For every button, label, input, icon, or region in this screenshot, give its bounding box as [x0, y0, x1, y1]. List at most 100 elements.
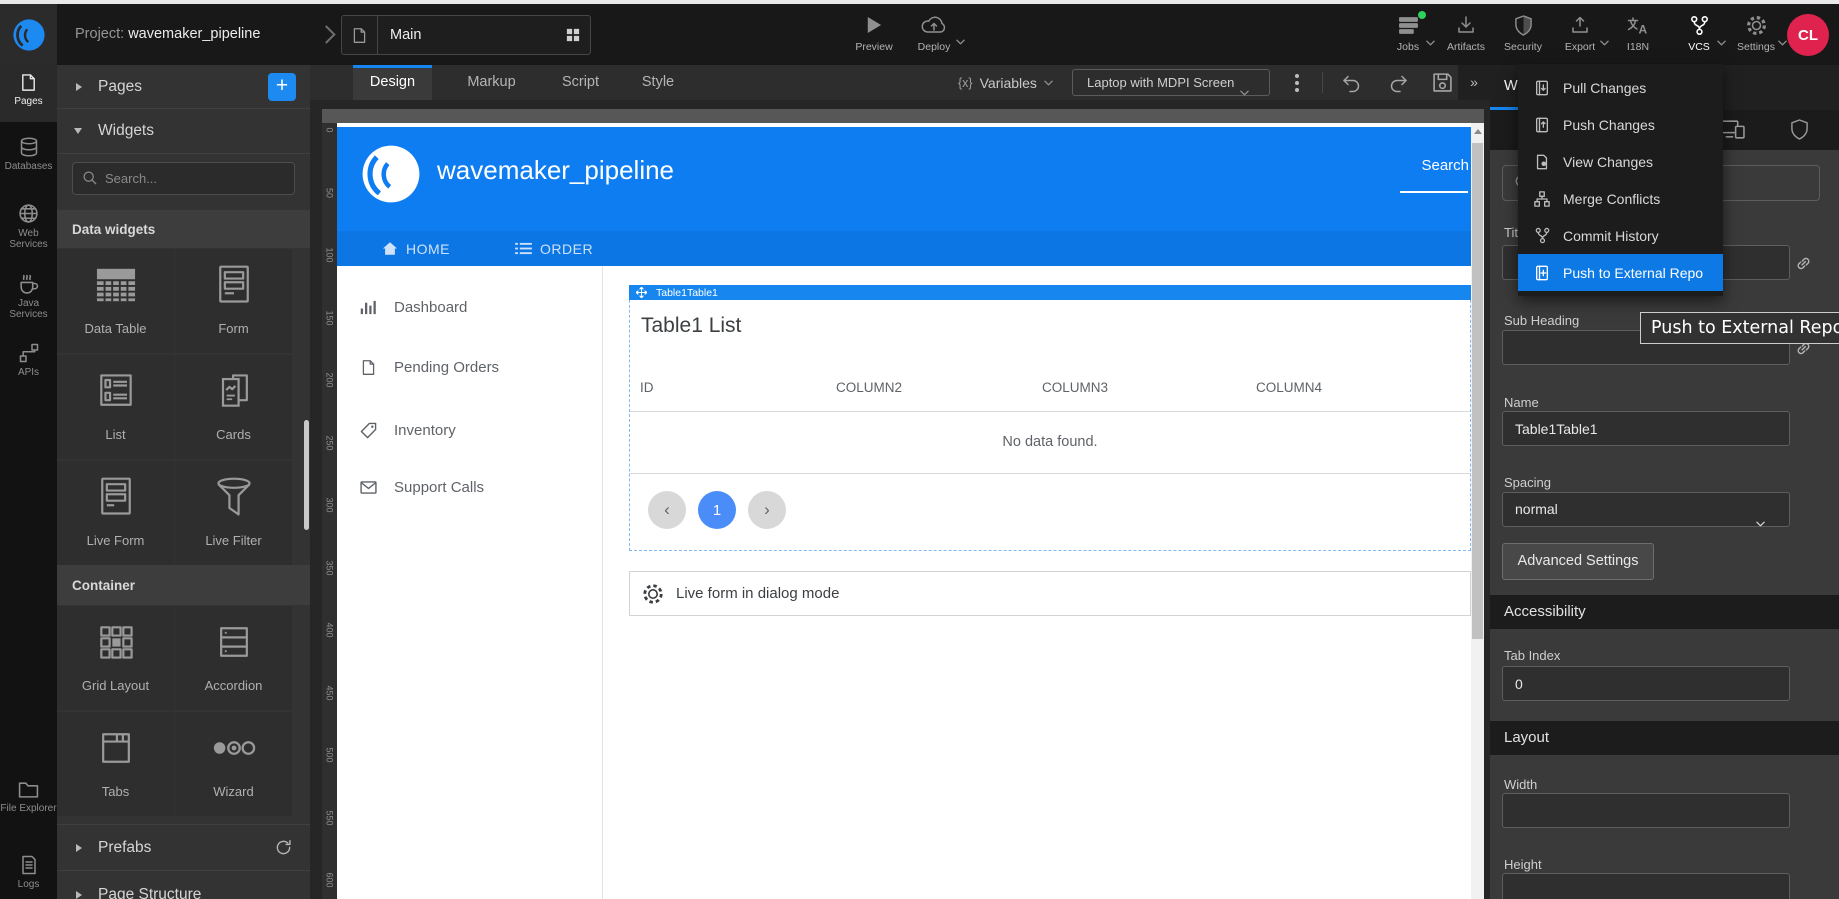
- add-page-button[interactable]: +: [268, 73, 296, 101]
- container-section-label: Container: [57, 565, 310, 605]
- devices-icon[interactable]: [1720, 120, 1745, 139]
- widget-tile-label: Cards: [175, 427, 292, 442]
- prefabs-section-header[interactable]: Prefabs: [57, 824, 310, 871]
- pagination-next-button[interactable]: ›: [748, 491, 786, 529]
- live-form-dialog-widget[interactable]: Live form in dialog mode: [629, 571, 1471, 616]
- tab-widget[interactable]: W: [1504, 78, 1518, 94]
- i18n-translate-icon: A: [1608, 13, 1668, 37]
- name-field[interactable]: [1502, 411, 1790, 446]
- widget-selection-bar[interactable]: Table1Table1: [629, 285, 1471, 300]
- layout-section-header[interactable]: Layout: [1490, 721, 1839, 755]
- user-avatar[interactable]: CL: [1787, 14, 1829, 56]
- menu-item-merge-conflicts[interactable]: Merge Conflicts: [1518, 180, 1723, 217]
- open-page-tab[interactable]: Main: [341, 15, 591, 55]
- menu-item-view-changes[interactable]: View Changes: [1518, 143, 1723, 180]
- height-field[interactable]: [1502, 873, 1790, 899]
- widget-tile-form[interactable]: Form: [175, 249, 292, 353]
- widget-tile-grid-layout[interactable]: Grid Layout: [57, 606, 174, 710]
- table-column-header[interactable]: COLUMN2: [836, 380, 902, 395]
- left-panel-scrollbar[interactable]: [304, 420, 309, 530]
- rail-item-databases[interactable]: Databases: [0, 137, 57, 172]
- rail-item-pages[interactable]: Pages: [0, 65, 57, 122]
- wavemaker-logo-button[interactable]: [0, 4, 57, 65]
- rail-item-logs[interactable]: Logs: [0, 855, 57, 890]
- menu-item-push-to-external-repo[interactable]: Push to External Repo: [1518, 254, 1723, 291]
- menu-item-commit-history[interactable]: Commit History: [1518, 217, 1723, 254]
- refresh-icon[interactable]: [275, 839, 292, 856]
- vcs-button[interactable]: VCS: [1669, 13, 1729, 53]
- page-structure-section-header[interactable]: Page Structure: [57, 871, 310, 899]
- deploy-button[interactable]: Deploy: [904, 13, 964, 53]
- widget-tile-tabs[interactable]: Tabs: [57, 712, 174, 816]
- table-column-header[interactable]: COLUMN4: [1256, 380, 1322, 395]
- menu-item-pull-changes[interactable]: Pull Changes: [1518, 69, 1723, 106]
- app-page-canvas[interactable]: wavemaker_pipeline Search HOME ORDER: [337, 123, 1471, 899]
- sidenav-item-dashboard[interactable]: Dashboard: [337, 295, 603, 319]
- spacing-select[interactable]: normal: [1502, 492, 1790, 527]
- settings-button[interactable]: Settings: [1726, 13, 1786, 53]
- app-header[interactable]: wavemaker_pipeline Search: [337, 127, 1471, 231]
- save-icon[interactable]: [1432, 72, 1453, 93]
- pagination-prev-button[interactable]: ‹: [648, 491, 686, 529]
- grid-layout-icon: [57, 606, 174, 678]
- scroll-up-icon[interactable]: [1474, 129, 1482, 134]
- table-column-header[interactable]: ID: [640, 380, 654, 395]
- expand-panel-button[interactable]: »: [1458, 65, 1490, 100]
- table-column-header[interactable]: COLUMN3: [1042, 380, 1108, 395]
- shield-icon[interactable]: [1790, 119, 1809, 140]
- nav-item-order[interactable]: ORDER: [515, 241, 593, 257]
- table1-widget-selected[interactable]: Table1Table1 Table1 List ID COLUMN2 COLU…: [629, 285, 1471, 551]
- app-search-link[interactable]: Search: [1377, 157, 1469, 174]
- link-icon[interactable]: [1795, 255, 1812, 272]
- device-selector[interactable]: Laptop with MDPI Screen: [1072, 69, 1270, 96]
- pull-changes-icon: [1533, 80, 1551, 96]
- jobs-button[interactable]: Jobs: [1378, 13, 1438, 53]
- tab-markup[interactable]: Markup: [452, 65, 531, 100]
- canvas-scrollbar[interactable]: [1471, 123, 1484, 899]
- sidenav-item-inventory[interactable]: Inventory: [337, 418, 603, 442]
- nav-item-home[interactable]: HOME: [382, 241, 450, 257]
- widget-tile-cards[interactable]: Cards: [175, 355, 292, 459]
- grid-icon[interactable]: [566, 28, 590, 42]
- pagination-page-1-button[interactable]: 1: [698, 491, 736, 529]
- artifacts-button[interactable]: Artifacts: [1436, 13, 1496, 53]
- widgets-section-header[interactable]: Widgets: [57, 109, 310, 154]
- tab-style[interactable]: Style: [630, 65, 686, 100]
- kebab-icon[interactable]: [1295, 74, 1299, 92]
- rail-item-apis[interactable]: APIs: [0, 343, 57, 378]
- widget-tile-list[interactable]: List: [57, 355, 174, 459]
- widget-tile-live-filter[interactable]: Live Filter: [175, 461, 292, 565]
- export-button[interactable]: Export: [1550, 13, 1610, 53]
- sidenav-item-pending-orders[interactable]: Pending Orders: [337, 355, 603, 379]
- caret-down-icon: [1778, 31, 1787, 55]
- tab-script[interactable]: Script: [550, 65, 611, 100]
- security-button[interactable]: Security: [1493, 13, 1553, 53]
- sidenav-item-support-calls[interactable]: Support Calls: [337, 475, 603, 499]
- wavemaker-studio: Project: wavemaker_pipeline Main Preview…: [0, 0, 1839, 899]
- widget-search-input[interactable]: [72, 162, 295, 195]
- widget-tile-label: Form: [175, 321, 292, 336]
- live-form-label: Live form in dialog mode: [676, 572, 839, 615]
- widget-tile-accordion[interactable]: Accordion: [175, 606, 292, 710]
- widget-tile-wizard[interactable]: Wizard: [175, 712, 292, 816]
- scrollbar-thumb[interactable]: [1472, 143, 1483, 639]
- pages-section-header[interactable]: Pages +: [57, 65, 310, 109]
- widget-tile-data-table[interactable]: Data Table: [57, 249, 174, 353]
- menu-item-push-changes[interactable]: Push Changes: [1518, 106, 1723, 143]
- variables-button[interactable]: {x} Variables: [958, 65, 1053, 100]
- form-icon: [175, 249, 292, 321]
- preview-button[interactable]: Preview: [844, 13, 904, 53]
- width-field[interactable]: [1502, 793, 1790, 828]
- ruler-mark: 200: [325, 373, 335, 388]
- rail-item-file-explorer[interactable]: File Explorer: [0, 780, 57, 814]
- accessibility-section-header[interactable]: Accessibility: [1490, 595, 1839, 629]
- i18n-button[interactable]: A I18N: [1608, 13, 1668, 53]
- tab-index-field[interactable]: [1502, 666, 1790, 701]
- redo-icon[interactable]: [1388, 72, 1410, 93]
- rail-item-web-services[interactable]: Web Services: [0, 203, 57, 250]
- advanced-settings-button[interactable]: Advanced Settings: [1502, 543, 1654, 580]
- rail-item-java-services[interactable]: Java Services: [0, 273, 57, 320]
- widget-tile-live-form[interactable]: Live Form: [57, 461, 174, 565]
- tab-design[interactable]: Design: [353, 65, 432, 100]
- undo-icon[interactable]: [1340, 72, 1362, 93]
